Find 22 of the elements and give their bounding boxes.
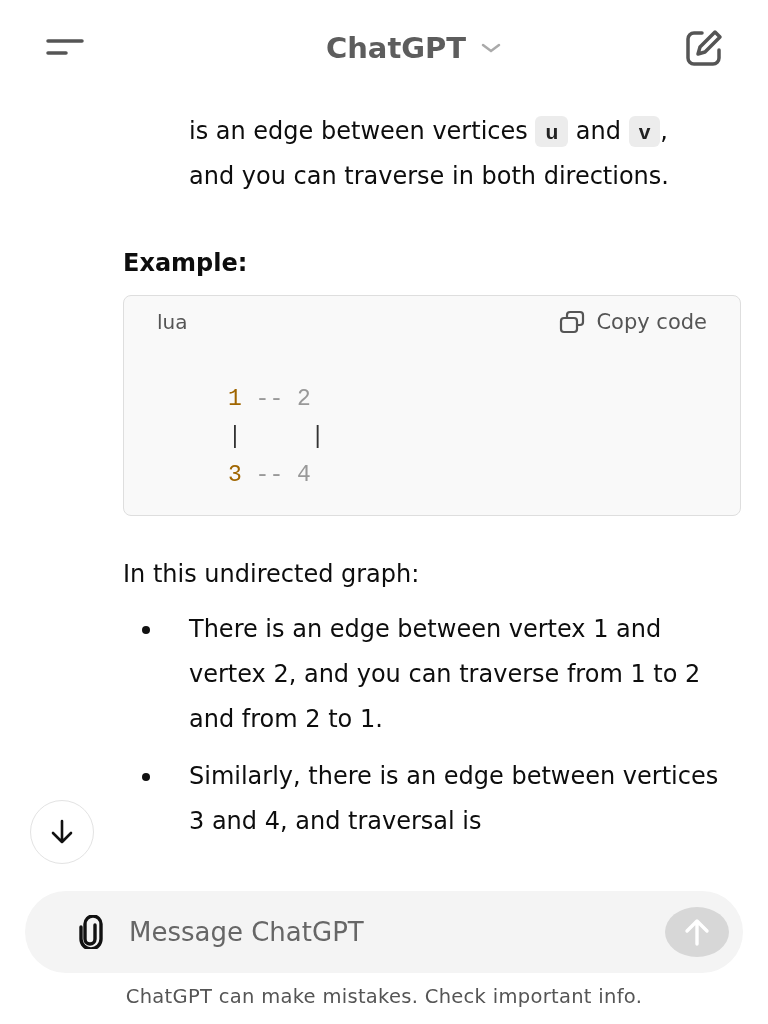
model-selector[interactable]: ChatGPT [325,30,503,65]
paragraph: In this undirected graph: [123,559,421,590]
chevron-icon [480,41,503,54]
code-language: lua [157,310,188,334]
disclaimer-text: ChatGPT can make mistakes. Check important info. [124,985,644,1008]
menu-icon[interactable] [46,37,84,56]
message-input-field[interactable]: Message ChatGPT [25,891,743,973]
bullet-dot [142,773,150,781]
code-line: 1 -- 2 [228,385,312,414]
copy-code-button[interactable]: Copy code [558,310,707,334]
list-item-text: Similarly, there is an edge between vertices 3 and 4, and traversal is [189,761,719,837]
arrow-down-icon [50,819,74,845]
new-chat-icon[interactable] [684,27,724,68]
code-line: | | [228,423,326,452]
code-line: 3 -- 4 [228,461,312,490]
list-item-text: There is an edge between vertex 1 and vertex 2, and you can traverse from 1 to 2 and from 2 to 1. [189,614,702,735]
section-heading: Example: [123,248,249,279]
bullet-dot [142,626,150,634]
message-input[interactable]: Message ChatGPT [127,916,665,948]
paragraph: is an edge between vertices u and v , and you can traverse in both directions. [189,115,670,192]
arrow-up-icon [684,918,710,946]
copy-icon [558,310,587,334]
